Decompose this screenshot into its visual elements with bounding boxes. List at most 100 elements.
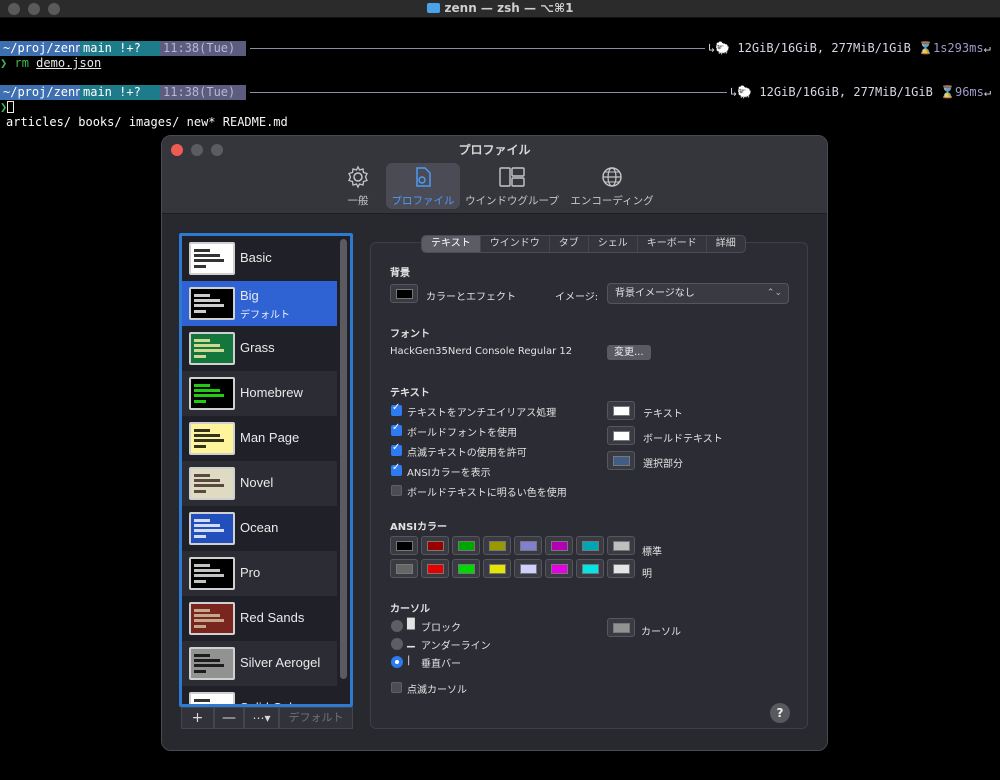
prompt-path: ~/proj/zenn: [0, 85, 82, 100]
help-button[interactable]: ?: [770, 703, 790, 723]
profile-name: Big: [240, 288, 259, 303]
thumbnail-text-line: [194, 394, 224, 397]
add-profile-button[interactable]: +: [181, 707, 214, 729]
text-option-checkbox[interactable]: [391, 462, 402, 476]
profile-item[interactable]: Big デフォルト: [182, 281, 337, 326]
text-color-well[interactable]: [607, 401, 635, 420]
ansi-color-well[interactable]: [483, 559, 511, 578]
thumbnail-text-line: [194, 474, 210, 477]
text-option-checkbox[interactable]: [391, 422, 402, 436]
thumbnail-text-line: [194, 614, 220, 617]
text-color-swatch: [613, 406, 630, 416]
profile-thumbnail: [189, 467, 235, 500]
toolbar-window-groups[interactable]: ウインドウグループ: [464, 163, 560, 209]
thumbnail-text-line: [194, 524, 220, 527]
ansi-color-swatch: [520, 564, 537, 574]
cursor-style-radio[interactable]: [391, 656, 403, 668]
blink-cursor-checkbox[interactable]: [391, 682, 402, 693]
tab-tab[interactable]: タブ: [550, 236, 589, 252]
thumbnail-text-line: [194, 569, 220, 572]
terminal-titlebar: zenn — zsh — ⌥⌘1: [0, 0, 1000, 18]
thumbnail-text-line: [194, 384, 210, 387]
ansi-color-well[interactable]: [607, 559, 635, 578]
ansi-color-swatch: [613, 564, 630, 574]
text-color-well[interactable]: [607, 426, 635, 445]
ansi-color-well[interactable]: [514, 536, 542, 555]
ansi-color-well[interactable]: [607, 536, 635, 555]
ansi-color-swatch: [396, 541, 413, 551]
ansi-color-well[interactable]: [452, 536, 480, 555]
more-actions-button[interactable]: ⋯▾: [244, 707, 279, 729]
ansi-color-well[interactable]: [576, 559, 604, 578]
profile-thumbnail: [189, 332, 235, 365]
ansi-normal-label: 標準: [642, 547, 662, 558]
globe-icon: [602, 167, 622, 187]
background-image-select[interactable]: 背景イメージなし ⌃⌄: [607, 283, 789, 304]
set-default-button[interactable]: デフォルト: [279, 707, 353, 729]
ansi-color-well[interactable]: [545, 536, 573, 555]
ansi-color-well[interactable]: [421, 559, 449, 578]
profile-item[interactable]: Solid Colors: [182, 686, 337, 704]
thumbnail-text-line: [194, 529, 224, 532]
text-color-swatch: [613, 456, 630, 466]
cursor-style-glyph: ▁: [407, 637, 415, 648]
thumbnail-text-line: [194, 339, 210, 342]
profile-list-scrollbar[interactable]: [340, 239, 347, 679]
profile-item[interactable]: Ocean: [182, 506, 337, 551]
ansi-color-swatch: [551, 541, 568, 551]
toolbar-general[interactable]: 一般: [338, 163, 378, 209]
text-option-checkbox[interactable]: [391, 442, 402, 456]
prompt-line-1: ~/proj/zenn main !+? 11:38(Tue) ↳🐑 12GiB…: [0, 41, 1000, 56]
prompt-path: ~/proj/zenn: [0, 41, 82, 56]
thumbnail-text-line: [194, 249, 210, 252]
ansi-color-well[interactable]: [390, 536, 418, 555]
profile-item[interactable]: Silver Aerogel: [182, 641, 337, 686]
cursor-style-radio[interactable]: [391, 620, 403, 632]
chevron-updown-icon: ⌃⌄: [766, 288, 782, 298]
profile-item[interactable]: Novel: [182, 461, 337, 506]
ansi-color-swatch: [489, 541, 506, 551]
cursor-color-well[interactable]: [607, 618, 635, 637]
tab-keyboard[interactable]: キーボード: [638, 236, 707, 252]
command-line-2[interactable]: ❯: [0, 100, 1000, 115]
ansi-color-swatch: [520, 541, 537, 551]
thumbnail-text-line: [194, 564, 210, 567]
ansi-color-well[interactable]: [483, 536, 511, 555]
profile-name: Novel: [240, 475, 274, 490]
thumbnail-text-line: [194, 659, 220, 662]
cursor-style-radio[interactable]: [391, 638, 403, 650]
toolbar-profiles[interactable]: プロファイル: [386, 163, 460, 209]
profile-item[interactable]: Basic: [182, 236, 337, 281]
ansi-color-well[interactable]: [514, 559, 542, 578]
text-color-well[interactable]: [607, 451, 635, 470]
ansi-color-well[interactable]: [452, 559, 480, 578]
ansi-color-well[interactable]: [390, 559, 418, 578]
profile-item[interactable]: Grass: [182, 326, 337, 371]
background-color-well[interactable]: [390, 284, 418, 303]
thumbnail-text-line: [194, 479, 220, 482]
tab-advanced[interactable]: 詳細: [707, 236, 745, 252]
change-font-button[interactable]: 変更...: [607, 345, 651, 360]
tab-window[interactable]: ウインドウ: [481, 236, 550, 252]
font-section-title: フォント: [390, 329, 430, 340]
profile-thumbnail: [189, 692, 235, 704]
toolbar-encodings[interactable]: エンコーディング: [568, 163, 656, 209]
ansi-color-well[interactable]: [421, 536, 449, 555]
thumbnail-text-line: [194, 265, 206, 268]
text-option-checkbox[interactable]: [391, 402, 402, 416]
text-option-label: ボールドテキストに明るい色を使用: [407, 488, 567, 499]
profile-item[interactable]: Red Sands: [182, 596, 337, 641]
profile-item[interactable]: Pro: [182, 551, 337, 596]
remove-profile-button[interactable]: —: [214, 707, 244, 729]
text-section-title: テキスト: [390, 388, 430, 399]
text-option-checkbox[interactable]: [391, 485, 402, 496]
ansi-color-well[interactable]: [545, 559, 573, 578]
profile-item[interactable]: Homebrew: [182, 371, 337, 416]
tab-shell[interactable]: シェル: [589, 236, 638, 252]
tab-text[interactable]: テキスト: [422, 236, 481, 252]
thumbnail-text-line: [194, 429, 210, 432]
profile-item[interactable]: Man Page: [182, 416, 337, 461]
thumbnail-text-line: [194, 574, 224, 577]
profile-list[interactable]: Solid Colors Silver Aerogel Red Sands Pro Oc…: [179, 233, 353, 707]
ansi-color-well[interactable]: [576, 536, 604, 555]
